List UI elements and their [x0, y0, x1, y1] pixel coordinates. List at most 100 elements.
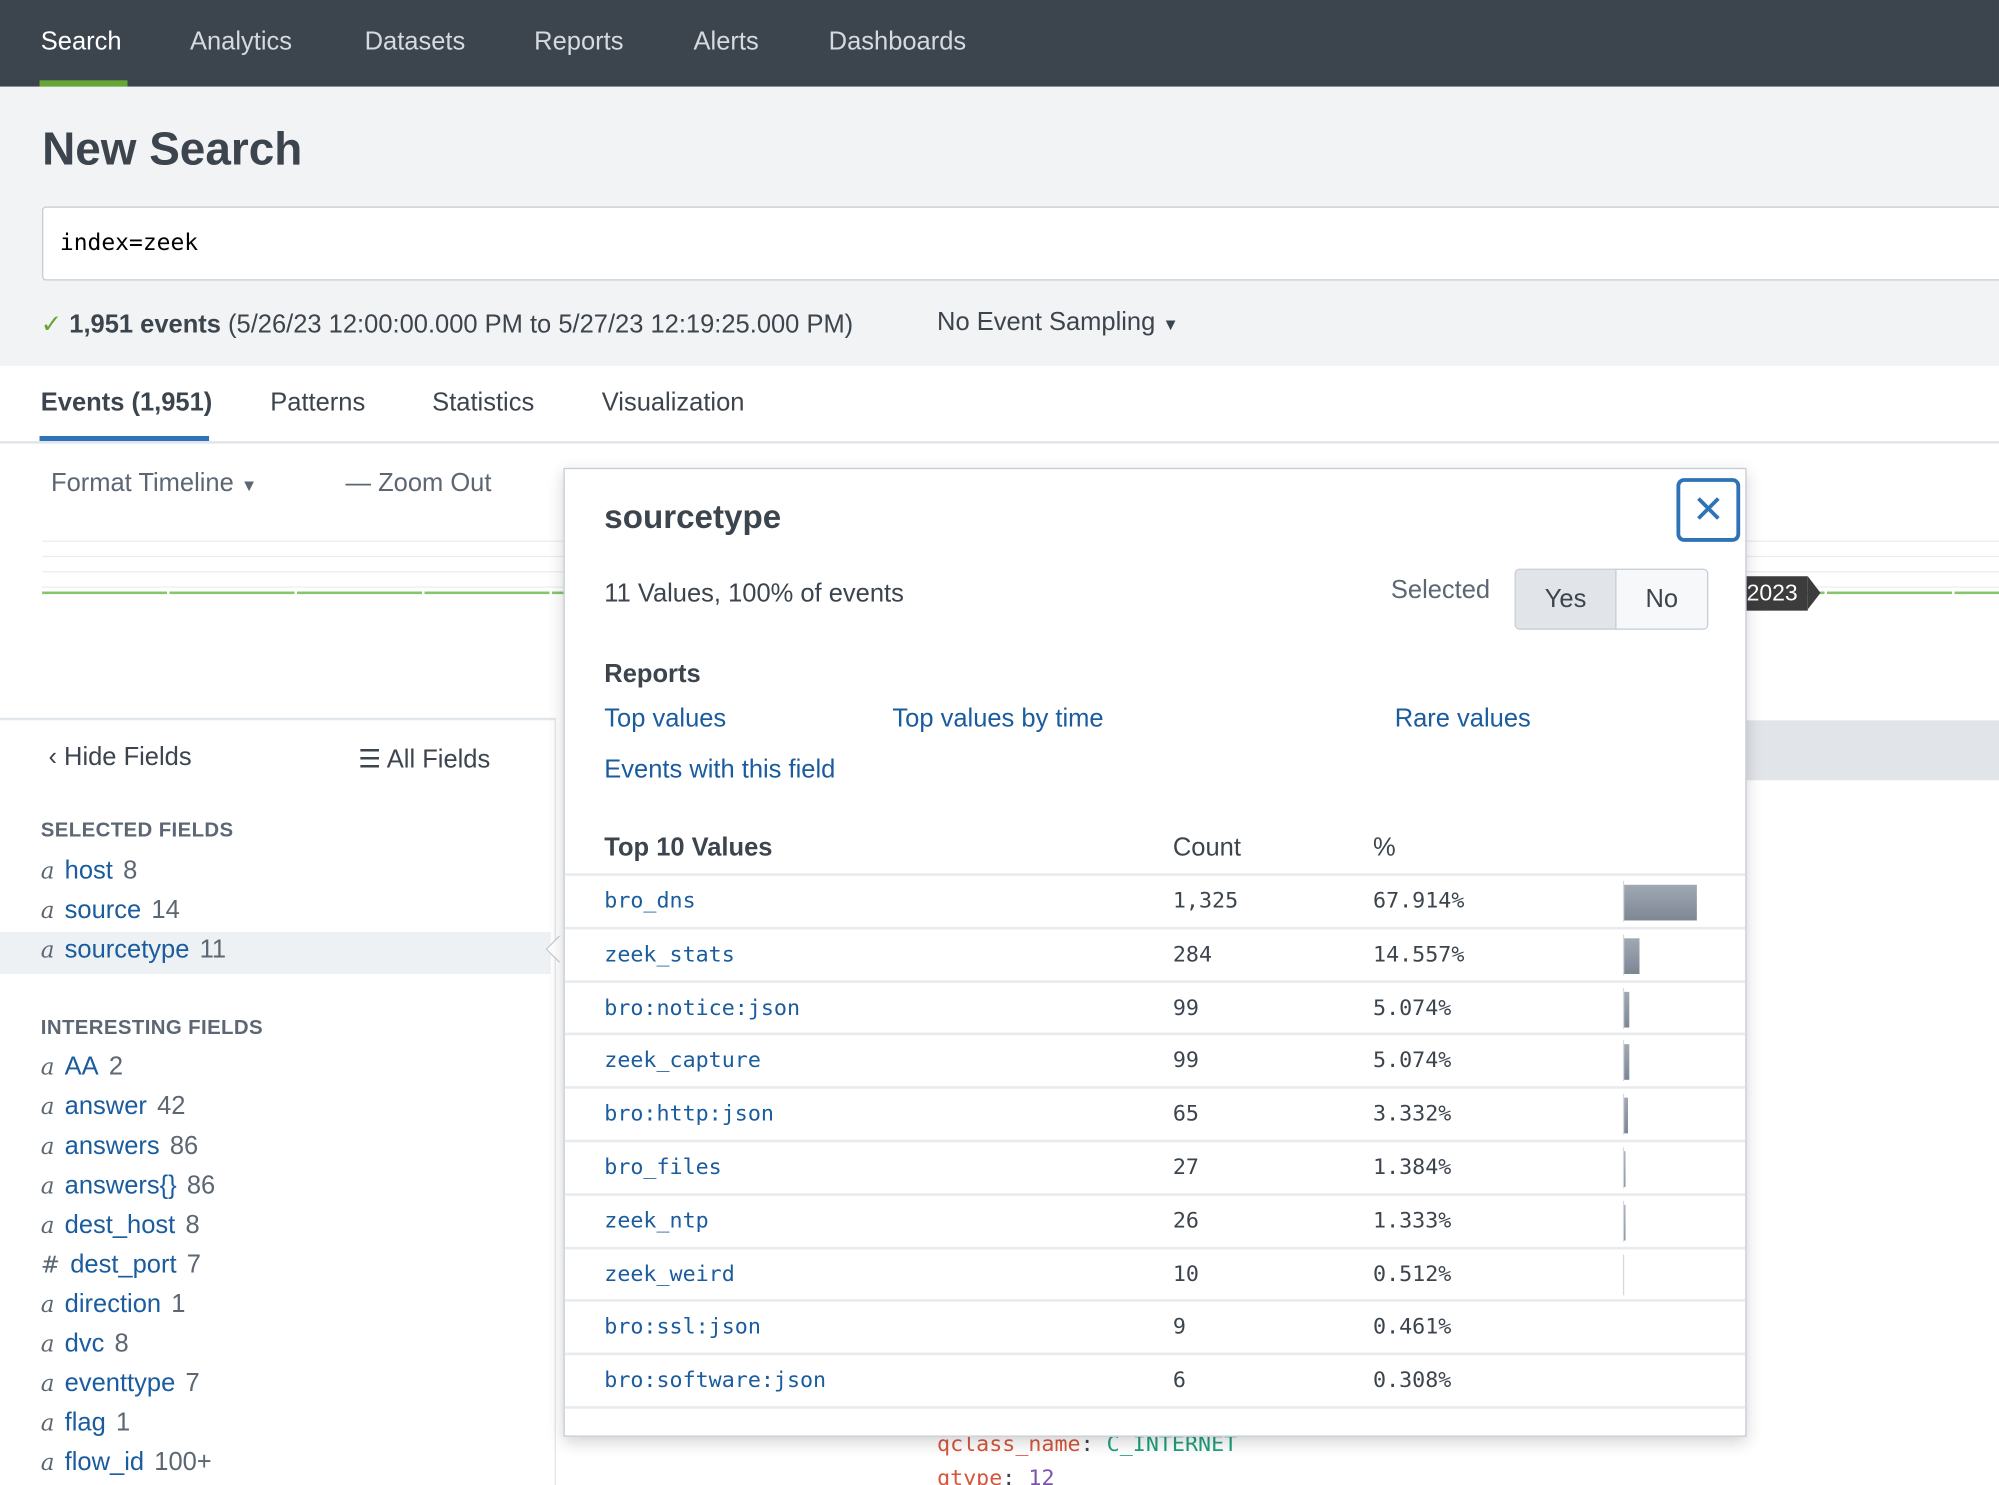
- selected-label: Selected: [1390, 576, 1491, 605]
- no-button[interactable]: No: [1616, 569, 1708, 629]
- field-item[interactable]: a answer 42: [41, 1093, 186, 1122]
- field-item[interactable]: a eventtype 7: [41, 1369, 200, 1398]
- fields-sidebar-border: [554, 720, 556, 1485]
- nav-search[interactable]: Search: [41, 28, 122, 57]
- hide-fields-label: Hide Fields: [64, 743, 192, 772]
- zoom-out-button[interactable]: — Zoom Out: [345, 469, 491, 498]
- value-link[interactable]: bro:notice:json: [604, 995, 800, 1020]
- field-count: 1: [115, 1408, 131, 1437]
- field-count: 42: [157, 1092, 186, 1121]
- table-row: bro:http:json 65 3.332%: [564, 1086, 1746, 1141]
- table-row: zeek_capture 99 5.074%: [564, 1033, 1746, 1088]
- fields-divider: [0, 717, 556, 721]
- nav-analytics[interactable]: Analytics: [190, 28, 292, 57]
- percent-bar: [1624, 1044, 1630, 1081]
- field-name: answers: [64, 1132, 160, 1161]
- close-button[interactable]: ✕: [1676, 478, 1741, 542]
- top-values-link[interactable]: Top values: [604, 705, 726, 734]
- field-count: 100+: [154, 1448, 212, 1477]
- field-count: 7: [186, 1250, 201, 1279]
- column-header-percent: %: [1373, 833, 1396, 862]
- search-status: ✓ 1,951 events (5/26/23 12:00:00.000 PM …: [41, 309, 853, 341]
- value-link[interactable]: bro_dns: [604, 889, 695, 914]
- field-item[interactable]: a dest_host 8: [41, 1211, 200, 1240]
- interesting-fields-header: INTERESTING FIELDS: [40, 1017, 264, 1040]
- rare-values-link[interactable]: Rare values: [1395, 705, 1531, 734]
- value-link[interactable]: bro:software:json: [604, 1368, 826, 1393]
- field-item[interactable]: a flag 1: [41, 1409, 130, 1438]
- field-type-icon: a: [40, 897, 55, 925]
- value-link[interactable]: zeek_weird: [604, 1262, 734, 1287]
- format-timeline-button[interactable]: Format Timeline ▼: [51, 469, 257, 498]
- field-item[interactable]: # dest_port 7: [41, 1251, 201, 1280]
- tabs-divider: [0, 441, 1999, 444]
- tab-0[interactable]: Events (1,951): [41, 389, 212, 418]
- event-key: qtype: [937, 1466, 1003, 1485]
- table-end: [564, 1406, 1746, 1409]
- value-link[interactable]: zeek_ntp: [604, 1208, 708, 1233]
- reports-heading: Reports: [604, 660, 701, 689]
- field-name: dest_host: [64, 1211, 176, 1240]
- value-count: 9: [1172, 1314, 1186, 1341]
- field-type-icon: a: [40, 1330, 55, 1358]
- field-count: 2: [108, 1053, 124, 1082]
- field-type-icon: a: [40, 1093, 55, 1121]
- field-type-icon: a: [40, 1291, 55, 1319]
- field-type-icon: #: [40, 1251, 61, 1279]
- nav-alerts[interactable]: Alerts: [694, 28, 759, 57]
- table-row: bro_dns 1,325 67.914%: [564, 873, 1746, 928]
- value-link[interactable]: bro:http:json: [604, 1102, 774, 1127]
- all-fields-button[interactable]: ☰ All Fields: [358, 743, 490, 775]
- nav-reports[interactable]: Reports: [534, 28, 623, 57]
- value-link[interactable]: zeek_capture: [604, 1048, 761, 1073]
- top-nav: [0, 0, 1999, 87]
- search-input[interactable]: index=zeek: [42, 206, 1999, 281]
- field-count: 8: [185, 1211, 200, 1240]
- table-row: bro:ssl:json 9 0.461%: [564, 1299, 1746, 1355]
- field-name: AA: [64, 1053, 99, 1082]
- nav-datasets[interactable]: Datasets: [365, 28, 466, 57]
- field-item[interactable]: a answers 86: [41, 1132, 198, 1161]
- field-item[interactable]: a host 8: [41, 857, 137, 886]
- value-count: 6: [1172, 1368, 1186, 1394]
- value-link[interactable]: bro_files: [604, 1155, 721, 1180]
- field-item[interactable]: a AA 2: [41, 1053, 123, 1082]
- yes-button[interactable]: Yes: [1515, 569, 1617, 629]
- field-item[interactable]: a dvc 8: [41, 1330, 129, 1359]
- values-summary: 11 Values, 100% of events: [604, 580, 904, 609]
- event-value: 12: [1028, 1466, 1055, 1485]
- value-link[interactable]: zeek_stats: [604, 942, 734, 967]
- field-item[interactable]: a sourcetype 11: [41, 936, 226, 965]
- hide-fields-button[interactable]: ‹ Hide Fields: [48, 743, 191, 772]
- caret-down-icon: ▼: [240, 475, 258, 495]
- percent-bar: [1624, 884, 1697, 921]
- percent-bar: [1624, 1097, 1628, 1134]
- selected-fields-header: SELECTED FIELDS: [40, 819, 234, 842]
- percent-bar: [1624, 1204, 1626, 1241]
- zoom-out-label: Zoom Out: [378, 469, 492, 498]
- value-count: 284: [1172, 941, 1213, 968]
- field-item[interactable]: a flow_id 100+: [41, 1448, 212, 1477]
- field-item[interactable]: a answers{} 86: [41, 1172, 215, 1201]
- value-percent: 1.384%: [1373, 1155, 1452, 1181]
- events-with-field-link[interactable]: Events with this field: [604, 756, 835, 785]
- top-values-by-time-link[interactable]: Top values by time: [892, 705, 1103, 734]
- tab-1[interactable]: Patterns: [270, 389, 365, 418]
- tab-2[interactable]: Statistics: [432, 389, 534, 418]
- field-name: source: [64, 896, 142, 925]
- field-name: dest_port: [70, 1250, 177, 1279]
- event-sampling-dropdown[interactable]: No Event Sampling ▼: [937, 309, 1179, 338]
- tab-3[interactable]: Visualization: [602, 389, 745, 418]
- page-title: New Search: [42, 122, 303, 175]
- value-percent: 5.074%: [1373, 995, 1452, 1021]
- value-link[interactable]: bro:ssl:json: [604, 1315, 761, 1340]
- table-row: bro:software:json 6 0.308%: [564, 1352, 1746, 1408]
- field-type-icon: a: [40, 1212, 55, 1240]
- field-item[interactable]: a direction 1: [41, 1290, 186, 1319]
- value-percent: 0.461%: [1373, 1314, 1452, 1341]
- value-count: 1,325: [1172, 888, 1239, 915]
- field-item[interactable]: a source 14: [41, 896, 180, 925]
- field-type-icon: a: [40, 1370, 55, 1398]
- field-type-icon: a: [40, 937, 55, 964]
- nav-dashboards[interactable]: Dashboards: [829, 28, 966, 57]
